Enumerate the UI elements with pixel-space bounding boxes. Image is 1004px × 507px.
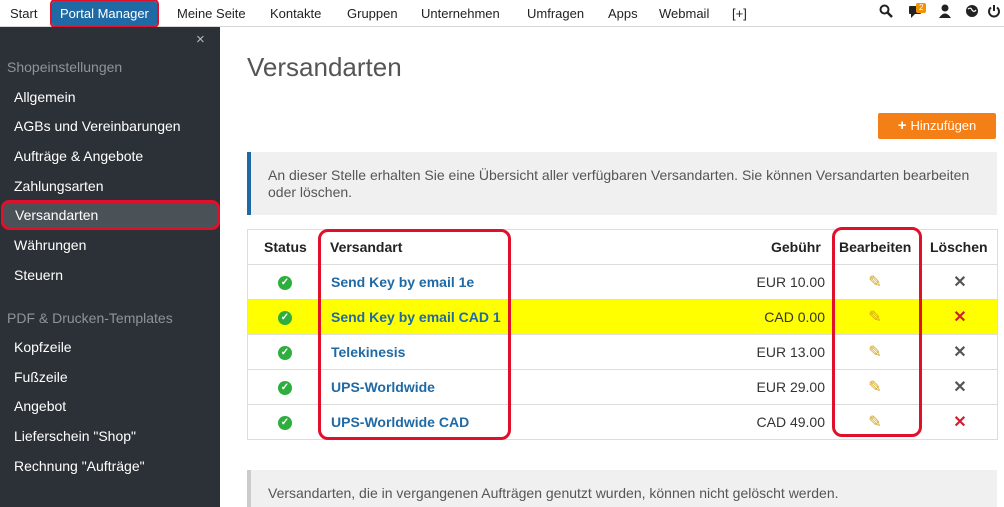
shipping-fee: EUR 10.00 — [756, 274, 825, 290]
nav-portal-manager[interactable]: Portal Manager — [50, 0, 159, 28]
add-button-label: Hinzufügen — [910, 118, 977, 133]
table-row: ✓ UPS-Worldwide CAD CAD 49.00 ✎ ✕ — [248, 405, 997, 440]
shipping-name-link[interactable]: UPS-Worldwide — [331, 370, 435, 405]
shipping-fee: CAD 49.00 — [756, 414, 825, 430]
header-gebuehr: Gebühr — [771, 239, 821, 255]
sidebar-item-steuern[interactable]: Steuern — [0, 260, 220, 290]
header-loeschen: Löschen — [930, 239, 988, 255]
page-title: Versandarten — [247, 52, 402, 82]
shipping-name-link[interactable]: Send Key by email 1e — [331, 265, 474, 300]
check-icon: ✓ — [278, 311, 292, 325]
pencil-icon[interactable]: ✎ — [866, 344, 884, 362]
table-row: ✓ UPS-Worldwide EUR 29.00 ✎ ✕ — [248, 370, 997, 405]
plus-icon: + — [897, 117, 907, 134]
shipping-table: Status Versandart Gebühr Bearbeiten Lösc… — [247, 229, 998, 440]
sidebar-item-auftraege[interactable]: Aufträge & Angebote — [0, 141, 220, 171]
nav-umfragen[interactable]: Umfragen — [527, 0, 584, 27]
nav-webmail[interactable]: Webmail — [659, 0, 709, 27]
nav-kontakte[interactable]: Kontakte — [270, 0, 321, 27]
sidebar: × Shopeinstellungen Allgemein AGBs und V… — [0, 27, 220, 507]
top-navigation: Start Portal Manager Meine Seite Kontakt… — [0, 0, 1004, 28]
sidebar-item-zahlungsarten[interactable]: Zahlungsarten — [0, 171, 220, 201]
delete-icon[interactable]: ✕ — [951, 274, 969, 292]
nav-apps[interactable]: Apps — [608, 0, 638, 27]
sidebar-item-lieferschein[interactable]: Lieferschein "Shop" — [0, 421, 220, 451]
shipping-name-link[interactable]: UPS-Worldwide CAD — [331, 405, 469, 440]
delete-icon[interactable]: ✕ — [951, 344, 969, 362]
shipping-name-link[interactable]: Telekinesis — [331, 335, 405, 370]
delete-icon[interactable]: ✕ — [951, 309, 969, 327]
header-versandart: Versandart — [330, 239, 403, 255]
sidebar-item-agbs[interactable]: AGBs und Vereinbarungen — [0, 111, 220, 141]
check-icon: ✓ — [278, 346, 292, 360]
nav-unternehmen[interactable]: Unternehmen — [421, 0, 500, 27]
nav-gruppen[interactable]: Gruppen — [347, 0, 398, 27]
sidebar-item-kopfzeile[interactable]: Kopfzeile — [0, 332, 220, 362]
globe-icon[interactable] — [963, 4, 981, 22]
sidebar-item-fusszeile[interactable]: Fußzeile — [0, 362, 220, 392]
sidebar-item-waehrungen[interactable]: Währungen — [0, 230, 220, 260]
shipping-fee: CAD 0.00 — [764, 309, 825, 325]
check-icon: ✓ — [278, 276, 292, 290]
nav-more[interactable]: [+] — [732, 0, 747, 27]
pencil-icon[interactable]: ✎ — [866, 274, 884, 292]
nav-start[interactable]: Start — [10, 0, 37, 27]
info-box: An dieser Stelle erhalten Sie eine Übers… — [247, 152, 997, 215]
pencil-icon[interactable]: ✎ — [866, 379, 884, 397]
nav-meine-seite[interactable]: Meine Seite — [177, 0, 246, 27]
sidebar-item-angebot[interactable]: Angebot — [0, 391, 220, 421]
shipping-fee: EUR 13.00 — [756, 344, 825, 360]
sidebar-section-shop: Shopeinstellungen — [7, 59, 123, 75]
pencil-icon[interactable]: ✎ — [866, 309, 884, 327]
sidebar-section-pdf: PDF & Drucken-Templates — [7, 310, 173, 326]
note-box: Versandarten, die in vergangenen Aufträg… — [247, 470, 997, 507]
check-icon: ✓ — [278, 416, 292, 430]
user-icon[interactable] — [936, 4, 954, 22]
sidebar-item-rechnung[interactable]: Rechnung "Aufträge" — [0, 451, 220, 481]
delete-icon[interactable]: ✕ — [951, 414, 969, 432]
shipping-name-link[interactable]: Send Key by email CAD 1 — [331, 300, 501, 335]
close-icon[interactable]: × — [196, 31, 205, 48]
pencil-icon[interactable]: ✎ — [866, 414, 884, 432]
check-icon: ✓ — [278, 381, 292, 395]
sidebar-item-allgemein[interactable]: Allgemein — [0, 82, 220, 112]
search-icon[interactable] — [877, 4, 895, 22]
delete-icon[interactable]: ✕ — [951, 379, 969, 397]
header-bearbeiten: Bearbeiten — [839, 239, 912, 255]
header-status: Status — [264, 239, 307, 255]
table-row: ✓ Telekinesis EUR 13.00 ✎ ✕ — [248, 335, 997, 370]
table-header: Status Versandart Gebühr Bearbeiten Lösc… — [248, 230, 997, 265]
sidebar-item-versandarten[interactable]: Versandarten — [1, 200, 220, 230]
table-row: ✓ Send Key by email 1e EUR 10.00 ✎ ✕ — [248, 265, 997, 300]
notification-badge: 2 — [916, 3, 927, 13]
add-button[interactable]: + Hinzufügen — [878, 113, 996, 139]
shipping-fee: EUR 29.00 — [756, 379, 825, 395]
power-icon[interactable] — [985, 4, 1003, 22]
table-row: ✓ Send Key by email CAD 1 CAD 0.00 ✎ ✕ — [248, 300, 997, 335]
